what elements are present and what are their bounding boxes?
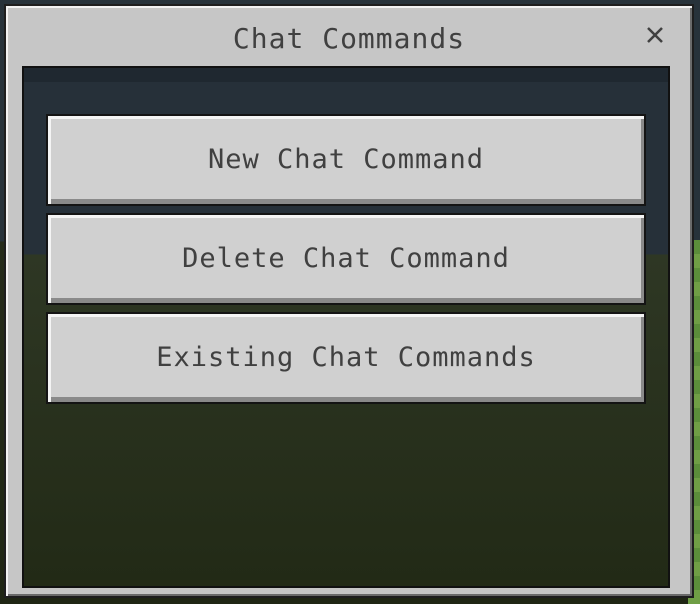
existing-chat-commands-button[interactable]: Existing Chat Commands [46, 312, 646, 404]
dialog-title-bar: Chat Commands [6, 6, 692, 64]
button-list: New Chat Command Delete Chat Command Exi… [46, 114, 646, 411]
button-label: Existing Chat Commands [156, 342, 536, 373]
chat-commands-dialog: Chat Commands New Chat Command Delete Ch… [4, 4, 694, 598]
content-top-shade [24, 68, 668, 82]
delete-chat-command-button[interactable]: Delete Chat Command [46, 213, 646, 305]
close-button[interactable] [640, 20, 670, 50]
button-label: New Chat Command [207, 144, 485, 175]
button-label: Delete Chat Command [182, 243, 510, 274]
close-icon [647, 27, 663, 43]
new-chat-command-button[interactable]: New Chat Command [46, 114, 646, 206]
dialog-title: Chat Commands [232, 22, 466, 55]
dialog-content-panel: New Chat Command Delete Chat Command Exi… [22, 66, 670, 588]
